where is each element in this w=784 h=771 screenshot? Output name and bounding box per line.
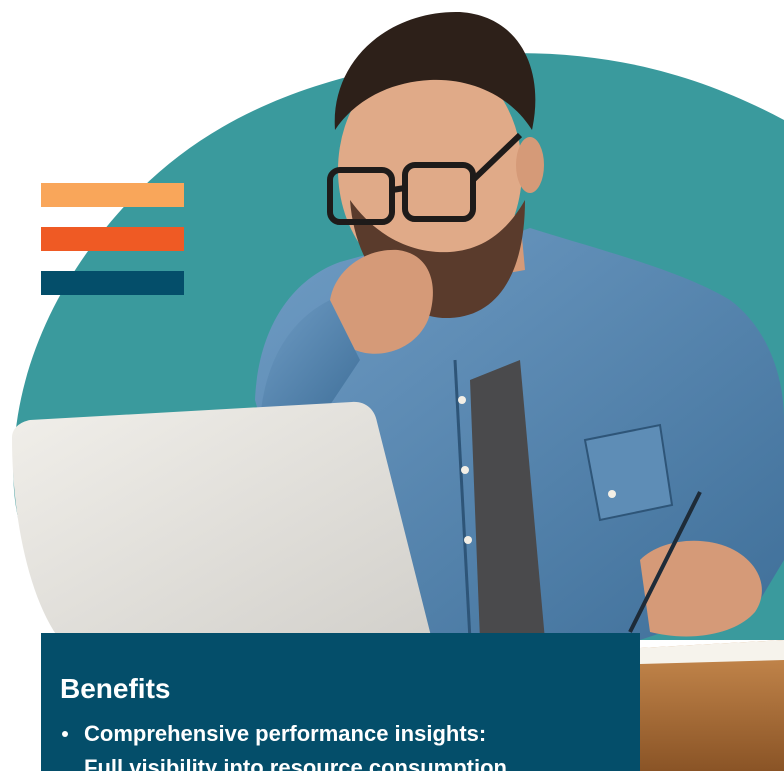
benefits-panel: Benefits Comprehensive performance insig… (41, 633, 640, 771)
list-item: Full visibility into resource consumptio… (62, 751, 622, 771)
benefits-heading: Benefits (60, 673, 171, 704)
bullet-icon (62, 731, 68, 737)
list-item-text: Comprehensive performance insights: (84, 721, 487, 746)
laptop (12, 401, 432, 640)
list-item-text: Full visibility into resource consumptio… (84, 755, 507, 771)
list-item: Comprehensive performance insights: (62, 717, 622, 751)
hero-graphic: Benefits Comprehensive performance insig… (0, 0, 784, 771)
benefits-list: Comprehensive performance insights: Full… (62, 717, 622, 771)
